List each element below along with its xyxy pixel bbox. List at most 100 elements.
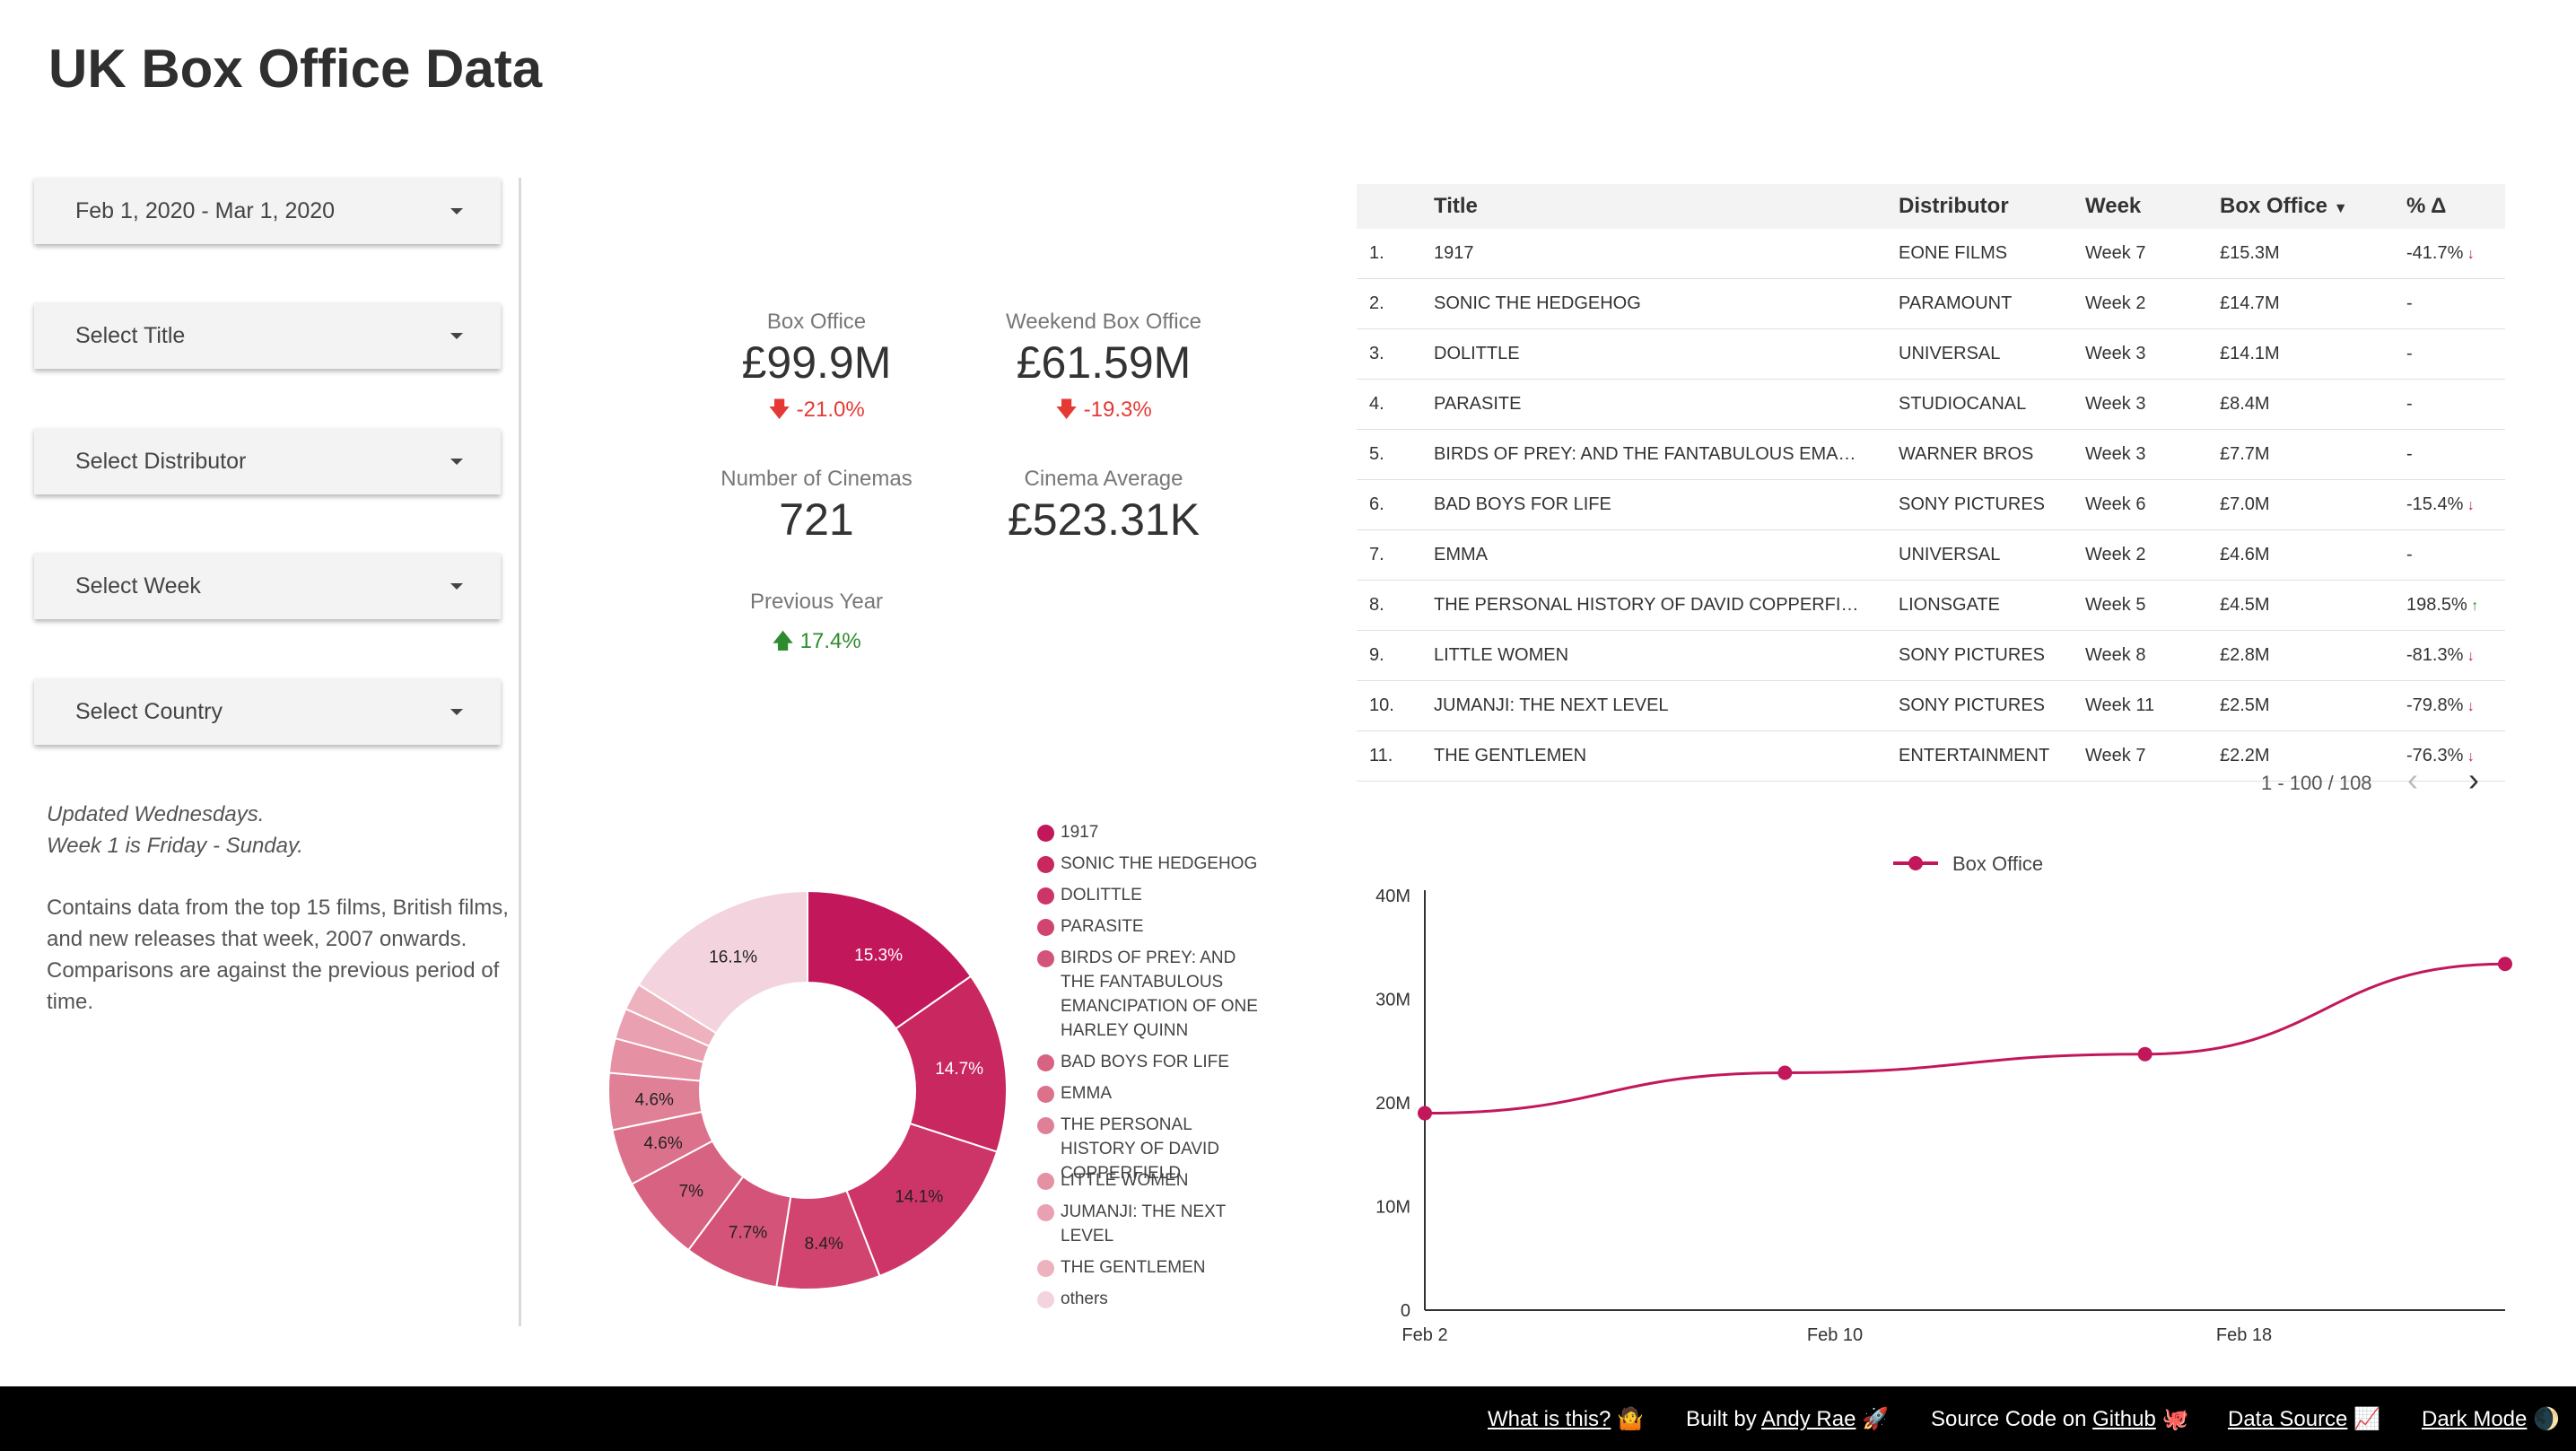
sort-desc-icon: ▼ [2333, 201, 2348, 216]
table-row[interactable]: 6. BAD BOYS FOR LIFE SONY PICTURES Week 6 £7… [1357, 479, 2505, 530]
legend-swatch [1037, 1291, 1054, 1308]
cell-week: Week 3 [2085, 429, 2220, 480]
cell-box-office: £2.5M [2220, 680, 2406, 731]
header-distributor[interactable]: Distributor [1899, 184, 2085, 229]
legend-item[interactable]: 1917 [1037, 820, 1271, 844]
cell-week: Week 7 [2085, 730, 2220, 782]
cell-title: THE GENTLEMEN [1434, 730, 1899, 782]
cell-box-office: £14.7M [2220, 278, 2406, 329]
cell-box-office: £2.8M [2220, 630, 2406, 681]
data-point[interactable] [1777, 1065, 1793, 1080]
chevron-left-icon[interactable]: ‹ [2407, 761, 2418, 799]
y-tick-label: 40M [1375, 887, 1410, 906]
table-row[interactable]: 10. JUMANJI: THE NEXT LEVEL SONY PICTURES W… [1357, 680, 2505, 731]
legend-swatch [1037, 950, 1054, 967]
sidebar-divider [519, 178, 521, 1326]
chevron-down-icon [450, 708, 463, 715]
source-code: Source Code on Github 🐙 [1931, 1407, 2189, 1431]
cell-percent-change: -15.4% ↓ [2406, 479, 2505, 530]
legend-item[interactable]: DOLITTLE [1037, 883, 1271, 907]
what-is-this-link[interactable]: What is this? 🤷 [1488, 1406, 1644, 1432]
cell-week: Week 3 [2085, 328, 2220, 380]
header-week[interactable]: Week [2085, 184, 2220, 229]
header-box-office[interactable]: Box Office ▼ [2220, 184, 2406, 229]
cell-title: 1917 [1434, 229, 1899, 279]
donut-value-label: 4.6% [635, 1091, 674, 1110]
data-source-link[interactable]: Data Source 📈 [2228, 1406, 2380, 1432]
legend-item[interactable]: BIRDS OF PREY: AND THE FANTABULOUS EMANC… [1037, 946, 1271, 1043]
legend-item[interactable]: BAD BOYS FOR LIFE [1037, 1050, 1271, 1074]
cell-title: PARASITE [1434, 379, 1899, 430]
data-point[interactable] [2498, 957, 2512, 972]
donut-value-label: 7% [679, 1182, 704, 1201]
table-row[interactable]: 5. BIRDS OF PREY: AND THE FANTABULOUS EMA… [1357, 429, 2505, 480]
kpi-delta: 🡇 -21.0% [768, 398, 865, 422]
legend-swatch [1037, 1086, 1054, 1103]
cell-distributor: SONY PICTURES [1899, 479, 2085, 530]
chevron-right-icon[interactable]: › [2468, 761, 2479, 799]
cell-week: Week 8 [2085, 630, 2220, 681]
header-percent-change[interactable]: % Δ [2406, 184, 2505, 229]
cell-week: Week 2 [2085, 278, 2220, 329]
table-row[interactable]: 7. EMMA UNIVERSAL Week 2 £4.6M - [1357, 529, 2505, 581]
dark-mode-link[interactable]: Dark Mode 🌒 [2422, 1406, 2560, 1432]
legend-item[interactable]: EMMA [1037, 1081, 1271, 1106]
cell-box-office: £14.1M [2220, 328, 2406, 380]
legend-item[interactable]: others [1037, 1287, 1271, 1311]
cell-distributor: EONE FILMS [1899, 229, 2085, 279]
donut-value-label: 4.6% [643, 1134, 682, 1153]
kpi-previous-year: Previous Year 🡅 17.4% [682, 590, 951, 662]
x-tick-label: Feb 18 [2216, 1325, 2272, 1345]
cell-rank: 6. [1357, 479, 1434, 530]
cell-distributor: ENTERTAINMENT [1899, 730, 2085, 782]
cell-box-office: £4.5M [2220, 580, 2406, 631]
legend-item[interactable]: THE GENTLEMEN [1037, 1255, 1271, 1280]
table-row[interactable]: 9. LITTLE WOMEN SONY PICTURES Week 8 £2.8M -8… [1357, 630, 2505, 681]
films-table: Title Distributor Week Box Office ▼ % Δ … [1357, 184, 2505, 782]
country-filter-label: Select Country [75, 698, 223, 724]
legend-label: EMMA [1061, 1084, 1112, 1103]
cell-distributor: SONY PICTURES [1899, 680, 2085, 731]
data-point[interactable] [2137, 1046, 2152, 1062]
donut-value-label: 15.3% [854, 946, 903, 965]
notes-updated: Updated Wednesdays. [47, 802, 265, 826]
legend-swatch [1037, 1204, 1054, 1221]
cell-box-office: £8.4M [2220, 379, 2406, 430]
header-title[interactable]: Title [1434, 184, 1899, 229]
shrug-icon: 🤷 [1617, 1407, 1644, 1431]
kpi-value: 721 [779, 494, 854, 545]
table-row[interactable]: 3. DOLITTLE UNIVERSAL Week 3 £14.1M - [1357, 328, 2505, 380]
legend-item[interactable]: SONIC THE HEDGEHOG [1037, 852, 1271, 876]
github-link[interactable]: Github [2092, 1407, 2156, 1431]
legend-swatch [1037, 1054, 1054, 1071]
cell-distributor: SONY PICTURES [1899, 630, 2085, 681]
week-filter[interactable]: Select Week [34, 553, 501, 619]
data-point[interactable] [1418, 1106, 1432, 1121]
table-row[interactable]: 4. PARASITE STUDIOCANAL Week 3 £8.4M - [1357, 379, 2505, 430]
y-tick-label: 10M [1375, 1198, 1410, 1218]
table-row[interactable]: 2. SONIC THE HEDGEHOG PARAMOUNT Week 2 £14.7… [1357, 278, 2505, 329]
date-range-label: Feb 1, 2020 - Mar 1, 2020 [75, 197, 336, 223]
kpi-value: £61.59M [1016, 337, 1192, 388]
legend-item[interactable]: JUMANJI: THE NEXT LEVEL [1037, 1200, 1271, 1248]
legend-item[interactable]: LITTLE WOMEN [1037, 1168, 1271, 1193]
table-row[interactable]: 8. THE PERSONAL HISTORY OF DAVID COPPERFI… [1357, 580, 2505, 631]
title-filter[interactable]: Select Title [34, 302, 501, 369]
country-filter[interactable]: Select Country [34, 678, 501, 745]
cell-box-office: £15.3M [2220, 229, 2406, 279]
table-row[interactable]: 1. 1917 EONE FILMS Week 7 £15.3M -41.7% ↓ [1357, 229, 2505, 279]
distributor-filter[interactable]: Select Distributor [34, 428, 501, 494]
arrow-down-icon: 🡇 [768, 398, 790, 422]
arrow-down-icon: ↓ [2463, 649, 2475, 664]
notes-comparisons: Comparisons are against the previous per… [47, 958, 500, 1014]
kpi-label: Weekend Box Office [1006, 310, 1201, 334]
legend-item[interactable]: PARASITE [1037, 914, 1271, 939]
donut-value-label: 16.1% [709, 948, 757, 966]
arrow-up-icon: ↑ [2467, 599, 2479, 614]
legend-swatch [1037, 825, 1054, 842]
cell-title: JUMANJI: THE NEXT LEVEL [1434, 680, 1899, 731]
cell-rank: 5. [1357, 429, 1434, 480]
author-link[interactable]: Andy Rae [1761, 1407, 1856, 1431]
cell-box-office: £7.7M [2220, 429, 2406, 480]
date-range-filter[interactable]: Feb 1, 2020 - Mar 1, 2020 [34, 178, 501, 244]
